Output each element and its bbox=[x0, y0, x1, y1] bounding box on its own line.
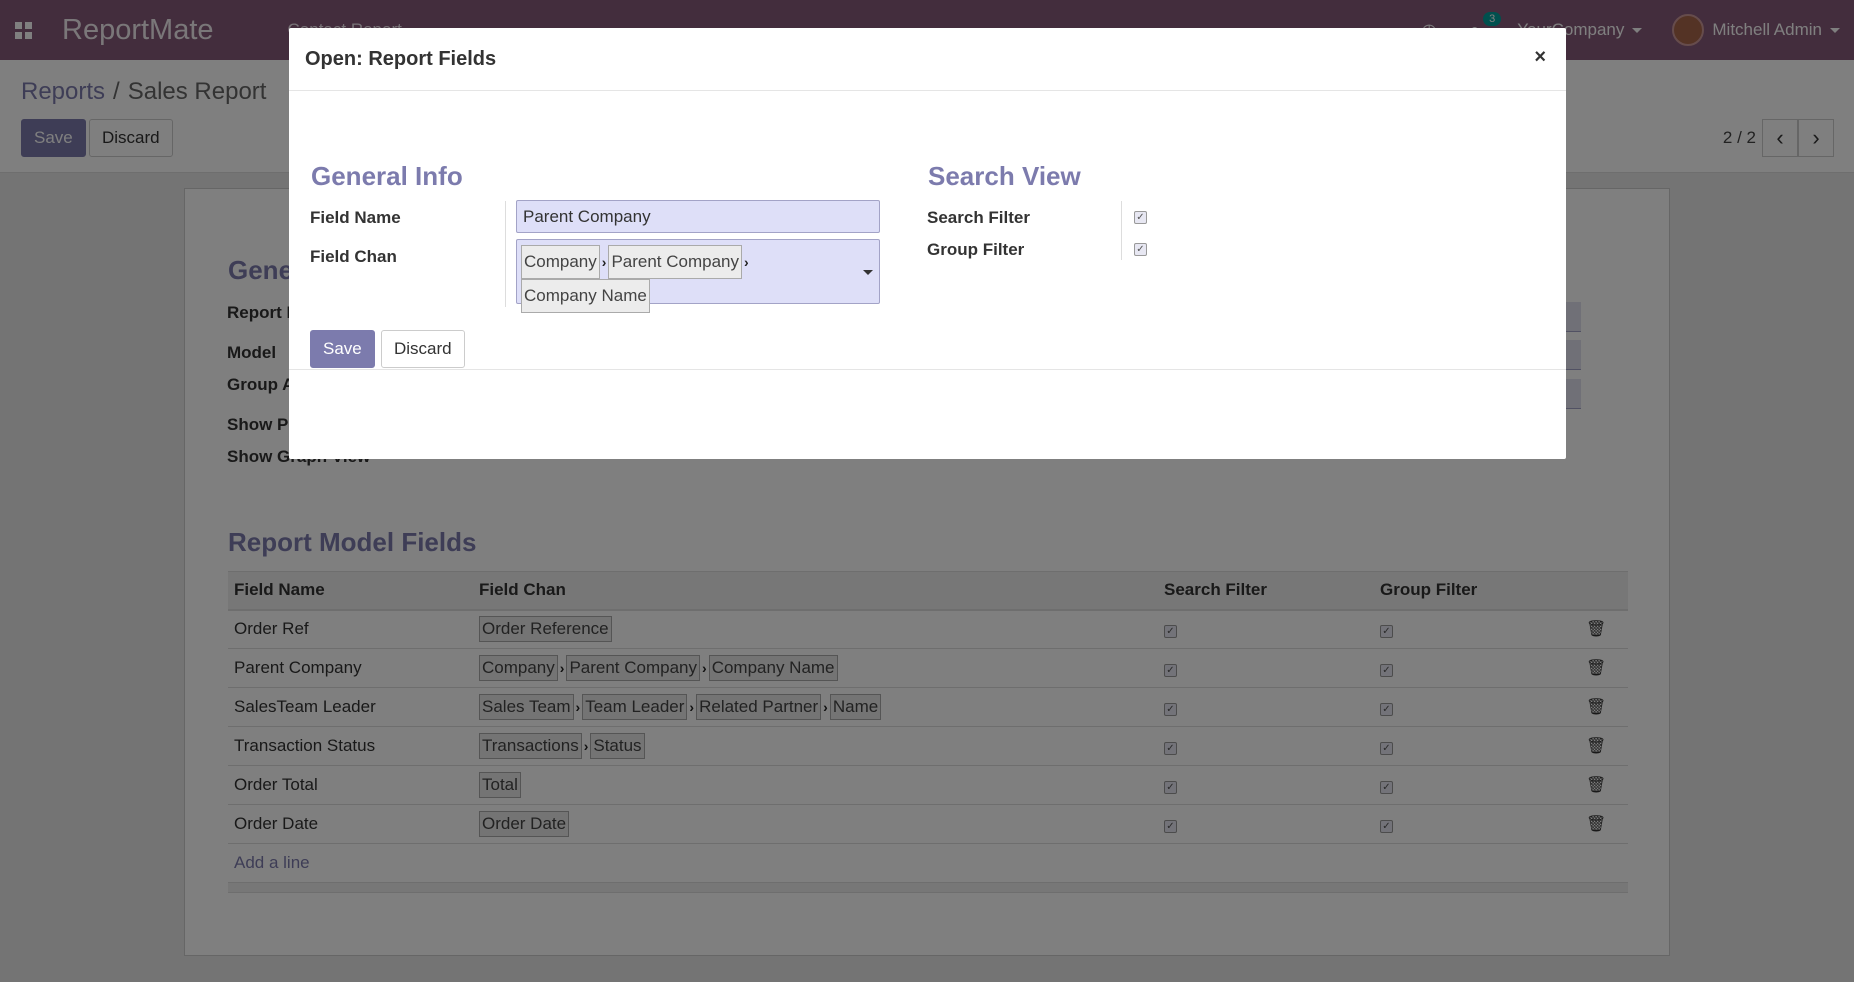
field-chan-tag[interactable]: Parent Company bbox=[608, 245, 743, 279]
modal-save-button[interactable]: Save bbox=[310, 330, 375, 368]
modal-title: Open: Report Fields bbox=[305, 48, 497, 70]
group-filter-checkbox[interactable]: ✓ bbox=[1134, 243, 1147, 256]
field-name-input[interactable]: Parent Company bbox=[516, 200, 880, 233]
label-divider bbox=[505, 201, 506, 307]
field-chan-tag[interactable]: Company bbox=[521, 245, 600, 279]
modal-discard-button[interactable]: Discard bbox=[381, 330, 465, 368]
chevron-right-icon: › bbox=[744, 254, 749, 270]
report-fields-dialog: Open: Report Fields × General Info Field… bbox=[289, 28, 1566, 459]
search-filter-label: Search Filter bbox=[927, 208, 1030, 227]
search-view-heading: Search View bbox=[928, 161, 1081, 191]
close-icon[interactable]: × bbox=[1534, 46, 1546, 69]
label-divider bbox=[1121, 201, 1122, 260]
field-chan-label: Field Chan bbox=[310, 247, 397, 266]
dropdown-caret-icon[interactable] bbox=[863, 270, 873, 275]
modal-body: General Info Field Name Field Chan Paren… bbox=[289, 91, 1566, 370]
chevron-right-icon: › bbox=[601, 254, 607, 270]
modal-header: Open: Report Fields × bbox=[289, 28, 1566, 91]
group-filter-label: Group Filter bbox=[927, 240, 1025, 259]
search-filter-checkbox[interactable]: ✓ bbox=[1134, 211, 1147, 224]
field-chan-input[interactable]: Company › Parent Company › Company Name bbox=[516, 239, 880, 313]
field-chan-tag[interactable]: Company Name bbox=[521, 279, 650, 313]
general-info-heading: General Info bbox=[311, 161, 463, 191]
field-name-label: Field Name bbox=[310, 208, 401, 227]
